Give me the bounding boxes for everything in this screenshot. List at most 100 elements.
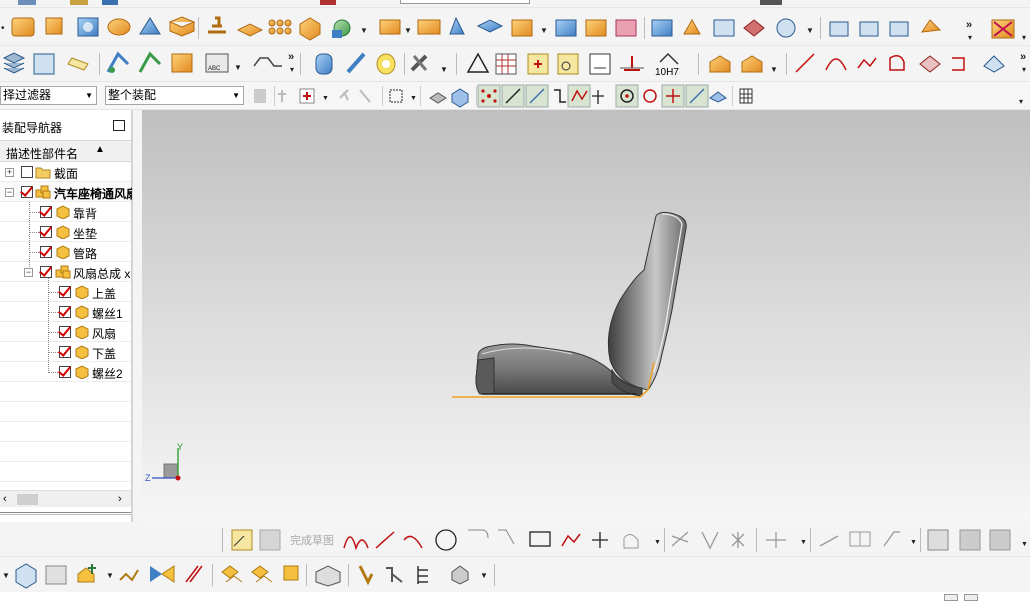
visibility-checkbox[interactable] (59, 286, 71, 298)
cushion-front (475, 357, 495, 395)
status-bar (0, 592, 1030, 601)
fit-tolerance-label: 10H7 (655, 67, 679, 78)
part-icon (75, 325, 89, 339)
navigator-bottom-border (0, 512, 131, 515)
tools-toolbar: ABC ▼ » ▾ ▼ 10H7 ▼ » ▾ (0, 46, 1030, 82)
part-icon (75, 285, 89, 299)
tree-item-label: 截面 (54, 167, 79, 181)
tree-item-part[interactable]: 管路 (0, 242, 131, 262)
toolbar-row-top-partial (0, 0, 1030, 8)
tree-item-subassembly[interactable]: − 风扇总成 x (0, 262, 131, 282)
visibility-checkbox[interactable] (40, 246, 52, 258)
tree-item-part[interactable]: 上盖 (0, 282, 131, 302)
seat-back[interactable] (607, 211, 687, 391)
visibility-checkbox[interactable] (59, 306, 71, 318)
tree-item-label: 风扇 (92, 327, 117, 341)
tree-item-part[interactable]: 坐垫 (0, 222, 131, 242)
tree-item-root-assembly[interactable]: − 汽车座椅通风扇 (0, 182, 138, 202)
column-header-label: 描述性部件名 (6, 147, 79, 161)
selection-toolbar: 择过滤器 ▼ 整个装配 ▼ ▼ ▼ ▾ (0, 82, 1030, 110)
visibility-checkbox[interactable] (21, 186, 33, 198)
svg-text:▼: ▼ (440, 65, 448, 74)
tree-item-part[interactable]: 风扇 (0, 322, 131, 342)
visibility-checkbox[interactable] (59, 326, 71, 338)
visibility-checkbox[interactable] (40, 206, 52, 218)
tree-item-label: 下盖 (92, 347, 117, 361)
assembly-icon (35, 185, 51, 199)
selection-filter-value: 择过滤器 (3, 88, 52, 102)
tree-item-part[interactable]: 靠背 (0, 202, 131, 222)
svg-text:▼: ▼ (404, 26, 412, 35)
svg-text:»: » (1020, 51, 1026, 63)
expand-icon[interactable]: + (5, 168, 14, 177)
svg-text:▼: ▼ (2, 571, 10, 580)
assembly-scope-dropdown[interactable]: 整个装配 ▼ (105, 86, 244, 105)
selection-toolbar-icons: ▼ ▼ ▾ (254, 84, 1023, 108)
navigator-horizontal-scrollbar[interactable]: ‹ › (0, 490, 131, 507)
toolbar-partial-icon[interactable] (70, 0, 88, 5)
svg-text:▾: ▾ (1019, 97, 1023, 106)
svg-text:▾: ▾ (968, 33, 972, 42)
svg-text:▼: ▼ (770, 65, 778, 74)
svg-text:▼: ▼ (654, 539, 661, 546)
tree-item-label: 风扇总成 x (73, 267, 131, 281)
tree-item-label: 螺丝1 (92, 307, 123, 321)
assembly-toolbar: ▼ ▼ ▼ (0, 556, 1030, 592)
part-icon (75, 345, 89, 359)
toolbar-partial-icon[interactable] (18, 0, 36, 5)
resource-bar (132, 110, 142, 522)
svg-text:▼: ▼ (234, 63, 242, 72)
axis-z-label: Z (145, 473, 151, 483)
svg-text:»: » (288, 51, 294, 63)
scroll-left-icon[interactable]: ‹ (3, 493, 7, 505)
toolbar-partial-icon[interactable] (102, 0, 118, 5)
axis-y-label: Y (177, 442, 184, 452)
toolbar-partial-icon[interactable] (760, 0, 782, 5)
part-icon (56, 245, 70, 259)
maximize-icon[interactable] (113, 120, 125, 131)
sort-ascending-icon[interactable]: ▲ (95, 144, 105, 155)
assembly-scope-value: 整个装配 (108, 88, 157, 102)
visibility-checkbox[interactable] (40, 226, 52, 238)
part-icon (56, 205, 70, 219)
empty-row (0, 382, 131, 402)
feature-toolbar: • ▼ ▼ ▼ ▼ » ▾ ▾ (0, 8, 1030, 46)
feature-toolbar-icons: • ▼ ▼ ▼ ▼ » ▾ ▾ (1, 16, 1026, 42)
tree-item-section[interactable]: + 截面 (0, 162, 131, 182)
svg-text:▼: ▼ (360, 26, 368, 35)
tree-item-part[interactable]: 螺丝2 (0, 362, 131, 382)
svg-text:»: » (966, 19, 972, 31)
tree-item-label: 坐垫 (73, 227, 98, 241)
dropdown-arrow-icon: ▼ (85, 91, 93, 100)
svg-text:▼: ▼ (1021, 541, 1028, 548)
svg-text:▼: ▼ (806, 26, 814, 35)
toolbar-partial-icon[interactable] (320, 0, 336, 5)
visibility-checkbox[interactable] (40, 266, 52, 278)
selection-filter-dropdown[interactable]: 择过滤器 ▼ (0, 86, 97, 105)
tree-item-label: 汽车座椅通风扇 (54, 187, 139, 201)
column-header[interactable]: 描述性部件名 ▲ (0, 140, 131, 162)
svg-text:▾: ▾ (1022, 65, 1026, 74)
collapse-icon[interactable]: − (5, 188, 14, 197)
finish-sketch-button[interactable]: 完成草图 (290, 532, 334, 548)
scroll-thumb[interactable] (17, 494, 38, 505)
assembly-icon (55, 265, 71, 279)
visibility-checkbox[interactable] (59, 346, 71, 358)
graphics-viewport[interactable]: Y Z (142, 110, 1030, 522)
tree-item-part[interactable]: 螺丝1 (0, 302, 131, 322)
scroll-right-icon[interactable]: › (118, 493, 122, 505)
assembly-toolbar-icons: ▼ ▼ ▼ (2, 563, 495, 589)
tree-item-label: 靠背 (73, 207, 98, 221)
sketch-toolbar-icons: ▼ ▼ ▼ ▼ (222, 528, 1028, 552)
toolbar-partial-combo[interactable] (400, 0, 530, 4)
svg-text:▼: ▼ (800, 539, 807, 546)
tree-item-part[interactable]: 下盖 (0, 342, 131, 362)
svg-text:▼: ▼ (410, 95, 417, 102)
visibility-checkbox[interactable] (59, 366, 71, 378)
collapse-icon[interactable]: − (24, 268, 33, 277)
svg-text:•: • (1, 23, 5, 34)
svg-text:▾: ▾ (1022, 33, 1026, 42)
tools-toolbar-icons: ABC ▼ » ▾ ▼ 10H7 ▼ » ▾ (2, 51, 1026, 78)
visibility-checkbox[interactable] (21, 166, 33, 178)
seat-model[interactable] (142, 110, 1030, 522)
